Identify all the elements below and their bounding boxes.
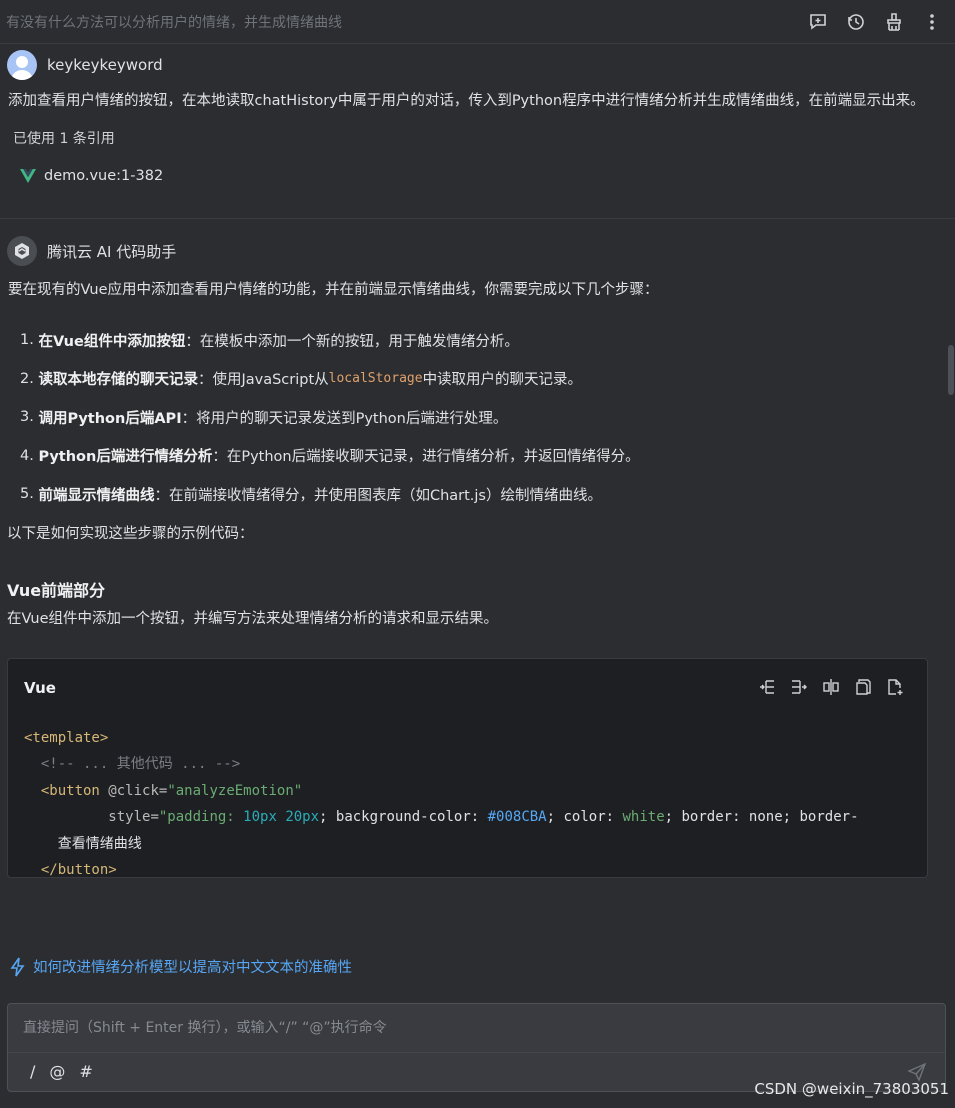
history-icon[interactable] bbox=[845, 11, 867, 33]
suggested-question[interactable]: 如何改进情绪分析模型以提高对中文文本的准确性 bbox=[9, 956, 352, 977]
assistant-avatar bbox=[7, 236, 37, 266]
new-chat-icon[interactable] bbox=[807, 11, 829, 33]
chat-header: 有没有什么方法可以分析用户的情绪，并生成情绪曲线 bbox=[0, 0, 955, 44]
clear-icon[interactable] bbox=[883, 11, 905, 33]
assistant-message: 腾讯云 AI 代码助手 要在现有的Vue应用中添加查看用户情绪的功能，并在前端显… bbox=[0, 219, 955, 878]
reference-item[interactable]: demo.vue:1-382 bbox=[0, 168, 955, 184]
user-message: keykeykeyword 添加查看用户情绪的按钮，在本地读取chatHisto… bbox=[0, 45, 955, 184]
reference-file-name: demo.vue:1-382 bbox=[44, 168, 164, 184]
insert-right-icon[interactable] bbox=[789, 677, 809, 697]
mention-button[interactable]: @ bbox=[49, 1062, 65, 1081]
chat-input[interactable] bbox=[8, 1004, 945, 1052]
assistant-message-header: 腾讯云 AI 代码助手 bbox=[0, 234, 955, 268]
send-button[interactable] bbox=[907, 1062, 927, 1082]
section-description: 在Vue组件中添加一个按钮，并编写方法来处理情绪分析的请求和显示结果。 bbox=[7, 610, 499, 627]
message-list[interactable]: keykeykeyword 添加查看用户情绪的按钮，在本地读取chatHisto… bbox=[0, 45, 955, 915]
slash-command-button[interactable]: / bbox=[30, 1062, 35, 1081]
new-file-icon[interactable] bbox=[885, 677, 905, 697]
section-title: Vue前端部分 bbox=[7, 580, 106, 600]
code-language-label: Vue bbox=[24, 678, 56, 697]
user-message-text: 添加查看用户情绪的按钮，在本地读取chatHistory中属于用户的对话，传入到… bbox=[8, 93, 925, 109]
scrollbar-thumb[interactable] bbox=[948, 345, 954, 395]
insert-left-icon[interactable] bbox=[757, 677, 777, 697]
more-icon[interactable] bbox=[921, 11, 943, 33]
header-actions bbox=[807, 11, 943, 33]
hash-reference-button[interactable]: # bbox=[79, 1062, 92, 1081]
steps-list: 1. 在Vue组件中添加按钮 ：在模板中添加一个新的按钮，用于触发情绪分析。 2.… bbox=[0, 321, 955, 514]
user-avatar bbox=[7, 50, 37, 80]
user-message-header: keykeykeyword bbox=[0, 48, 955, 82]
vue-file-icon bbox=[20, 169, 36, 183]
code-content[interactable]: <template> <!-- ... 其他代码 ... --> <button… bbox=[24, 725, 859, 877]
list-item: 2. 读取本地存储的聊天记录 ：使用JavaScript从 localStorage… bbox=[20, 370, 583, 389]
code-toolbar bbox=[757, 677, 905, 697]
list-item: 5. 前端显示情绪曲线 ：在前端接收情绪得分，并使用图表库（如Chart.js）绘… bbox=[20, 486, 602, 504]
list-item: 3. 调用Python后端API ：将用户的聊天记录发送到Python后端进行处理… bbox=[20, 409, 508, 427]
send-icon bbox=[907, 1062, 927, 1082]
assistant-name: 腾讯云 AI 代码助手 bbox=[47, 242, 177, 261]
watermark: CSDN @weixin_73803051 bbox=[754, 1080, 949, 1098]
input-divider bbox=[8, 1052, 945, 1053]
user-name: keykeykeyword bbox=[47, 56, 163, 74]
lightning-icon bbox=[10, 957, 25, 976]
suggested-question-text: 如何改进情绪分析模型以提高对中文文本的准确性 bbox=[33, 960, 352, 976]
list-item: 4. Python后端进行情绪分析 ：在Python后端接收聊天记录，进行情绪分析… bbox=[20, 447, 640, 466]
list-item: 1. 在Vue组件中添加按钮 ：在模板中添加一个新的按钮，用于触发情绪分析。 bbox=[20, 332, 519, 350]
assistant-intro-text: 要在现有的Vue应用中添加查看用户情绪的功能，并在前端显示情绪曲线，你需要完成以… bbox=[8, 282, 659, 298]
inline-code: localStorage bbox=[328, 371, 423, 387]
code-block: Vue <template> <!-- ... 其他代码 ... --> <bu… bbox=[7, 657, 928, 878]
examples-intro: 以下是如何实现这些步骤的示例代码： bbox=[7, 525, 254, 542]
chat-input-box: / @ # bbox=[7, 1003, 946, 1092]
reference-count[interactable]: 已使用 1 条引用 bbox=[0, 128, 955, 148]
input-command-bar: / @ # bbox=[30, 1062, 93, 1081]
copy-icon[interactable] bbox=[853, 677, 873, 697]
conversation-title: 有没有什么方法可以分析用户的情绪，并生成情绪曲线 bbox=[6, 14, 342, 31]
diff-icon[interactable] bbox=[821, 677, 841, 697]
